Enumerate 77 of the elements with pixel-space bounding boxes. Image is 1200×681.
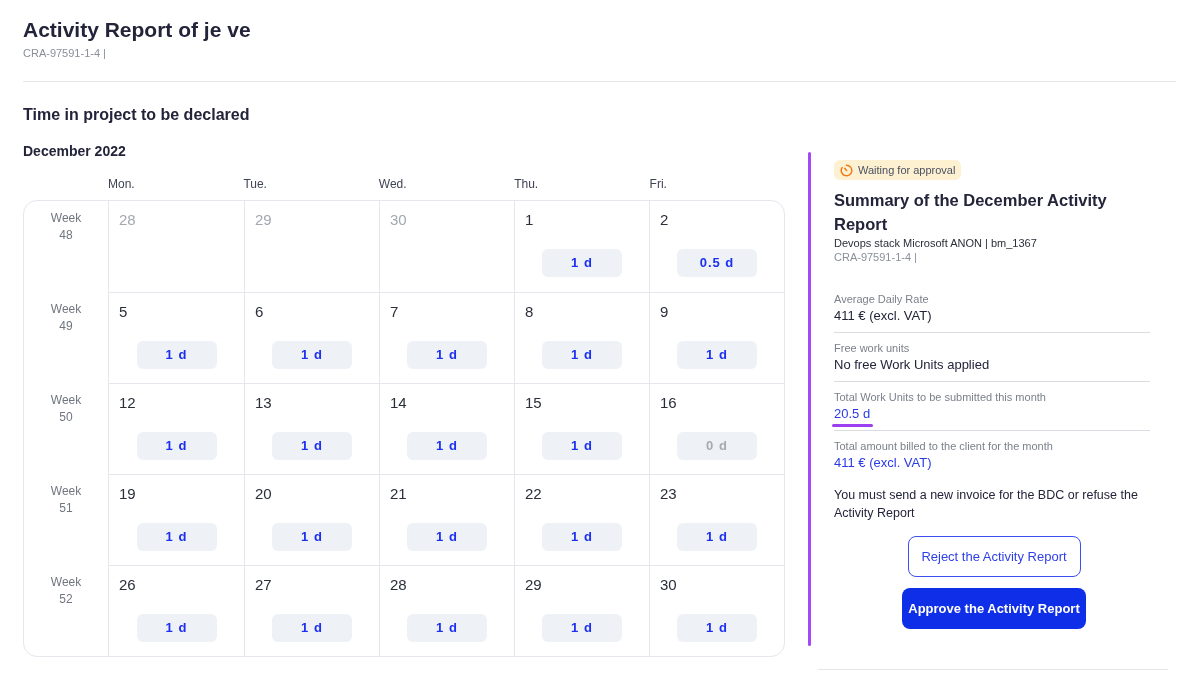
field-label: Total Work Units to be submitted this month — [834, 390, 1046, 404]
day-number: 1 — [525, 210, 534, 230]
field-label: Average Daily Rate — [834, 292, 929, 306]
field-label: Total amount billed to the client for the month — [834, 439, 1053, 453]
day-number: 28 — [119, 210, 136, 230]
status-text: Waiting for approval — [858, 163, 956, 177]
time-badge: 1 d — [542, 614, 622, 642]
time-badge: 1 d — [272, 432, 352, 460]
time-badge: 1 d — [542, 249, 622, 277]
day-number: 14 — [390, 393, 407, 413]
weekday-label: Tue. — [243, 176, 267, 192]
day-number: 13 — [255, 393, 272, 413]
day-number: 22 — [525, 484, 542, 504]
time-badge: 1 d — [677, 341, 757, 369]
section-heading: Time in project to be declared — [23, 105, 250, 125]
week-label: Week 51 — [49, 483, 83, 517]
day-number: 5 — [119, 302, 128, 322]
day-number: 26 — [119, 575, 136, 595]
field-label: Free work units — [834, 341, 910, 355]
time-badge: 1 d — [542, 523, 622, 551]
time-badge: 1 d — [407, 614, 487, 642]
day-number: 30 — [660, 575, 677, 595]
day-number: 9 — [660, 302, 669, 322]
page-title: Activity Report of je ve — [23, 17, 251, 43]
summary-reference: CRA-97591-1-4 | — [834, 250, 917, 264]
day-number: 28 — [390, 575, 407, 595]
weekday-label: Thu. — [514, 176, 539, 192]
report-reference: CRA-97591-1-4 | — [23, 46, 106, 60]
day-number: 29 — [525, 575, 542, 595]
approve-button[interactable]: Approve the Activity Report — [902, 588, 1086, 629]
time-badge: 1 d — [542, 341, 622, 369]
time-badge: 1 d — [677, 614, 757, 642]
time-badge: 1 d — [136, 341, 217, 369]
day-number: 27 — [255, 575, 272, 595]
field-value: 411 € (excl. VAT) — [834, 454, 932, 472]
day-number: 30 — [390, 210, 407, 230]
time-badge: 1 d — [272, 523, 352, 551]
project-name: Devops stack Microsoft ANON | bm_1367 — [834, 236, 1037, 250]
day-number: 8 — [525, 302, 534, 322]
day-number: 12 — [119, 393, 136, 413]
time-badge: 1 d — [136, 432, 217, 460]
field-value: No free Work Units applied — [834, 356, 990, 374]
time-badge: 1 d — [542, 432, 622, 460]
day-number: 19 — [119, 484, 136, 504]
field-value: 20.5 d — [834, 405, 871, 423]
weekday-label: Fri. — [649, 176, 667, 192]
day-number: 20 — [255, 484, 272, 504]
day-number: 7 — [390, 302, 399, 322]
week-label: Week 49 — [49, 301, 83, 335]
day-number: 21 — [390, 484, 407, 504]
day-number: 29 — [255, 210, 272, 230]
time-badge: 1 d — [136, 614, 217, 642]
week-label: Week 52 — [49, 574, 83, 608]
time-badge: 0 d — [677, 432, 757, 460]
day-number: 2 — [660, 210, 669, 230]
time-badge: 1 d — [407, 523, 487, 551]
time-badge: 1 d — [272, 341, 352, 369]
time-badge: 1 d — [136, 523, 217, 551]
month-heading: December 2022 — [23, 142, 126, 161]
time-badge: 1 d — [677, 523, 757, 551]
week-label: Week 48 — [49, 210, 83, 244]
time-badge: 1 d — [407, 341, 487, 369]
day-number: 6 — [255, 302, 264, 322]
weekday-label: Wed. — [378, 176, 407, 192]
summary-title: Summary of the December Activity Report — [834, 190, 1108, 235]
time-badge: 1 d — [407, 432, 487, 460]
day-number: 15 — [525, 393, 542, 413]
reject-button[interactable]: Reject the Activity Report — [907, 536, 1081, 577]
week-label: Week 50 — [49, 392, 83, 426]
timer-icon — [840, 163, 853, 177]
time-badge: 0.5 d — [677, 249, 757, 277]
weekday-label: Mon. — [108, 176, 135, 192]
field-value: 411 € (excl. VAT) — [834, 307, 932, 325]
notice-text: You must send a new invoice for the BDC or refuse the Activity Report — [834, 487, 1139, 522]
day-number: 23 — [660, 484, 677, 504]
day-number: 16 — [660, 393, 677, 413]
time-badge: 1 d — [272, 614, 352, 642]
